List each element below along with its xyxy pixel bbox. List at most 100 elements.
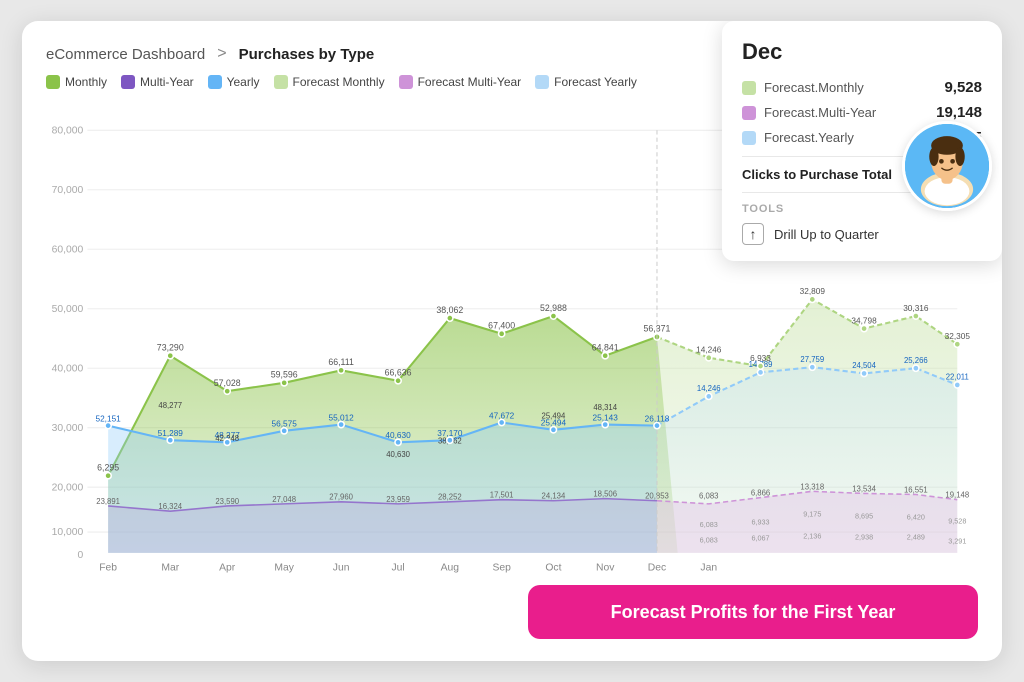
tooltip-text-forecast-multiyear: Forecast.Multi-Year	[764, 105, 876, 120]
svg-text:Oct: Oct	[545, 563, 561, 574]
svg-text:13,318: 13,318	[800, 482, 824, 491]
legend-item-yearly: Yearly	[208, 75, 260, 89]
tooltip-value-forecast-multiyear: 19,148	[936, 104, 982, 121]
legend-item-multiyear: Multi-Year	[121, 75, 194, 89]
svg-text:48,314: 48,314	[593, 403, 617, 412]
legend-label-monthly: Monthly	[65, 75, 107, 89]
svg-text:40,000: 40,000	[52, 363, 84, 374]
svg-text:6,083: 6,083	[699, 492, 718, 501]
swatch-forecast-multiyear	[742, 106, 756, 120]
svg-text:40,630: 40,630	[386, 450, 410, 459]
svg-text:30,000: 30,000	[52, 423, 84, 434]
svg-text:2,938: 2,938	[855, 532, 873, 541]
tooltip-value-forecast-monthly: 9,528	[944, 79, 982, 96]
legend-label-yearly: Yearly	[227, 75, 260, 89]
legend-color-forecast-monthly	[274, 75, 288, 89]
svg-text:80,000: 80,000	[52, 125, 84, 136]
forecast-cta-button[interactable]: Forecast Profits for the First Year	[528, 585, 978, 639]
svg-text:30,316: 30,316	[903, 303, 929, 313]
svg-text:Nov: Nov	[596, 563, 615, 574]
svg-text:24,134: 24,134	[542, 492, 566, 501]
svg-text:60,000: 60,000	[52, 244, 84, 255]
svg-text:48,277: 48,277	[158, 401, 182, 410]
svg-text:23,891: 23,891	[96, 497, 120, 506]
legend-label-multiyear: Multi-Year	[140, 75, 194, 89]
svg-text:32,305: 32,305	[945, 331, 971, 341]
svg-text:Aug: Aug	[441, 563, 460, 574]
tooltip-label-forecast-monthly: Forecast.Monthly	[742, 80, 864, 95]
svg-text:32,809: 32,809	[800, 286, 826, 296]
legend-color-multiyear	[121, 75, 135, 89]
svg-text:Jun: Jun	[333, 563, 350, 574]
svg-text:Sep: Sep	[492, 563, 511, 574]
tooltip-month: Dec	[742, 39, 982, 65]
svg-text:24,504: 24,504	[852, 361, 876, 370]
tooltip-text-forecast-yearly: Forecast.Yearly	[764, 130, 854, 145]
svg-text:10,000: 10,000	[52, 527, 84, 538]
svg-text:23,590: 23,590	[215, 497, 239, 506]
svg-text:66,111: 66,111	[328, 357, 354, 367]
dashboard-card: eCommerce Dashboard > Purchases by Type …	[22, 21, 1002, 661]
legend-color-forecast-multiyear	[399, 75, 413, 89]
drill-up-icon: ↑	[742, 223, 764, 245]
svg-text:59,596: 59,596	[271, 370, 298, 380]
avatar	[902, 121, 992, 211]
swatch-forecast-monthly	[742, 81, 756, 95]
svg-text:14,246: 14,246	[696, 345, 722, 355]
svg-text:Dec: Dec	[648, 563, 666, 574]
svg-text:25,266: 25,266	[904, 356, 928, 365]
svg-text:57,028: 57,028	[214, 378, 241, 388]
legend-color-yearly	[208, 75, 222, 89]
svg-text:Apr: Apr	[219, 563, 236, 574]
svg-text:0: 0	[78, 550, 84, 561]
legend-item-monthly: Monthly	[46, 75, 107, 89]
svg-text:2,489: 2,489	[907, 532, 925, 541]
svg-text:67,400: 67,400	[488, 321, 515, 331]
svg-text:6,420: 6,420	[907, 512, 925, 521]
svg-text:13,534: 13,534	[852, 484, 876, 493]
svg-text:27,960: 27,960	[329, 493, 353, 502]
svg-text:9,175: 9,175	[803, 509, 821, 518]
legend-color-forecast-yearly	[535, 75, 549, 89]
svg-text:17,501: 17,501	[490, 491, 514, 500]
legend-item-forecast-yearly: Forecast Yearly	[535, 75, 637, 89]
svg-text:16,324: 16,324	[158, 502, 182, 511]
svg-text:50,000: 50,000	[52, 304, 84, 315]
svg-text:73,290: 73,290	[157, 342, 184, 352]
svg-text:Jan: Jan	[700, 563, 717, 574]
breadcrumb-parent: eCommerce Dashboard	[46, 46, 205, 63]
svg-text:6,866: 6,866	[751, 488, 770, 497]
svg-text:6,295: 6,295	[97, 462, 119, 472]
svg-text:8,695: 8,695	[855, 511, 873, 520]
svg-text:20,000: 20,000	[52, 482, 84, 493]
swatch-forecast-yearly	[742, 131, 756, 145]
legend-label-forecast-multiyear: Forecast Multi-Year	[418, 75, 522, 89]
svg-text:6,083: 6,083	[700, 535, 718, 544]
svg-text:6,083: 6,083	[700, 520, 718, 529]
svg-text:23,959: 23,959	[386, 495, 410, 504]
svg-text:70,000: 70,000	[52, 185, 84, 196]
drill-up-button[interactable]: ↑ Drill Up to Quarter	[742, 223, 982, 245]
tooltip-label-forecast-multiyear: Forecast.Multi-Year	[742, 105, 876, 120]
svg-text:May: May	[274, 563, 294, 574]
svg-text:3,291: 3,291	[948, 536, 966, 545]
svg-text:64,841: 64,841	[592, 342, 619, 352]
legend-color-monthly	[46, 75, 60, 89]
svg-text:Feb: Feb	[99, 563, 117, 574]
svg-text:Jul: Jul	[391, 563, 404, 574]
breadcrumb-current: Purchases by Type	[239, 46, 375, 63]
svg-text:28,252: 28,252	[438, 493, 462, 502]
svg-text:22,011: 22,011	[946, 373, 969, 382]
svg-text:6,067: 6,067	[751, 533, 769, 542]
legend-label-forecast-yearly: Forecast Yearly	[554, 75, 637, 89]
svg-text:19,148: 19,148	[945, 491, 969, 500]
tooltip-row-forecast-monthly: Forecast.Monthly 9,528	[742, 79, 982, 96]
svg-text:25,494: 25,494	[542, 411, 566, 420]
legend-item-forecast-monthly: Forecast Monthly	[274, 75, 385, 89]
svg-text:16,551: 16,551	[904, 485, 928, 494]
drill-up-label: Drill Up to Quarter	[774, 227, 879, 242]
svg-text:38,062: 38,062	[436, 305, 463, 315]
svg-text:52,988: 52,988	[540, 303, 567, 313]
svg-text:66,636: 66,636	[385, 367, 412, 377]
legend-label-forecast-monthly: Forecast Monthly	[293, 75, 385, 89]
